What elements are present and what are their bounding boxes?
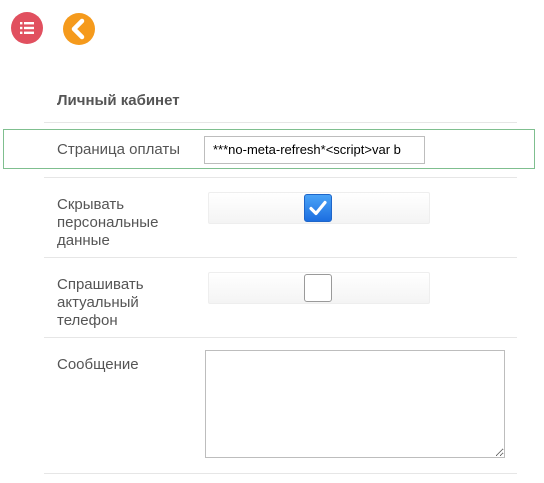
hide-personal-toggle[interactable]: [208, 192, 430, 224]
divider: [44, 177, 517, 178]
label-line: данные: [57, 232, 110, 249]
checkmark-icon: [309, 200, 327, 216]
ask-phone-toggle[interactable]: [208, 272, 430, 304]
divider: [44, 122, 517, 123]
back-button[interactable]: [63, 13, 95, 45]
hide-personal-checkbox[interactable]: [304, 194, 332, 222]
label-line: актуальный: [57, 294, 139, 311]
ask-phone-label: Спрашивать актуальный телефон: [57, 276, 197, 330]
label-line: Скрывать: [57, 196, 125, 213]
message-label: Сообщение: [57, 356, 139, 373]
divider: [44, 337, 517, 338]
payment-page-input[interactable]: ***no-meta-refresh*<script>var b: [204, 136, 425, 164]
payment-page-label: Страница оплаты: [57, 141, 181, 158]
chevron-left-icon: [71, 18, 85, 40]
label-line: Спрашивать: [57, 276, 144, 293]
list-icon: [20, 22, 34, 34]
ask-phone-checkbox[interactable]: [304, 274, 332, 302]
divider: [44, 473, 517, 474]
message-textarea[interactable]: [205, 350, 505, 458]
hide-personal-label: Скрывать персональные данные: [57, 196, 197, 250]
menu-button[interactable]: [11, 12, 43, 44]
section-title: Личный кабинет: [57, 92, 180, 109]
label-line: телефон: [57, 312, 118, 329]
divider: [44, 257, 517, 258]
label-line: персональные: [57, 214, 159, 231]
